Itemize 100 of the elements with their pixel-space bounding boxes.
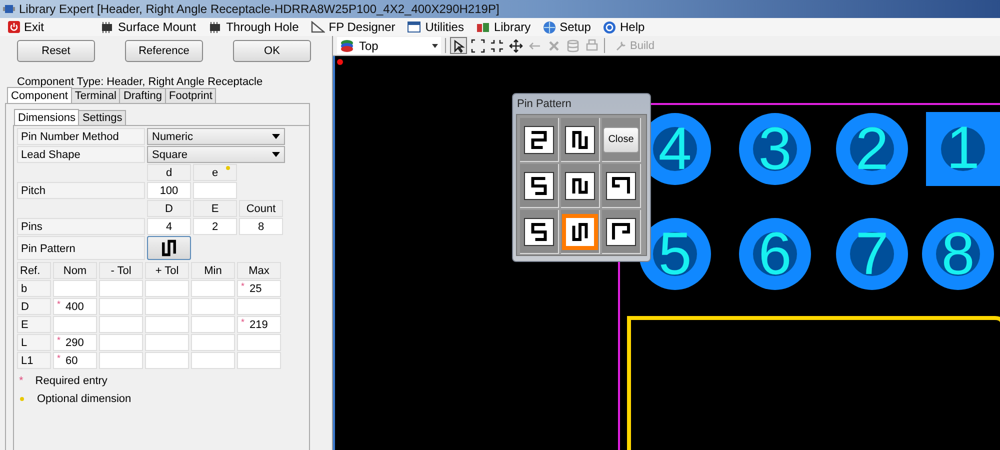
legend-text: Required entry xyxy=(35,375,108,387)
dropdown[interactable]: Square xyxy=(147,146,285,163)
input-field[interactable] xyxy=(145,352,189,369)
ruler-icon xyxy=(310,21,325,33)
pointer-tool[interactable] xyxy=(450,37,467,54)
input-field[interactable] xyxy=(237,334,281,351)
tab[interactable]: Dimensions xyxy=(14,109,80,125)
tab[interactable]: Component xyxy=(7,87,72,103)
input-field[interactable] xyxy=(237,352,281,369)
input-field[interactable]: * 400 xyxy=(53,298,97,315)
input-field[interactable] xyxy=(99,280,143,297)
input-field[interactable] xyxy=(145,298,189,315)
pad-number: 3 xyxy=(757,114,793,184)
tab[interactable]: Footprint xyxy=(164,88,216,103)
required-mark: * xyxy=(19,375,24,387)
pattern-option[interactable] xyxy=(524,172,554,200)
pattern-option[interactable] xyxy=(524,126,554,154)
origin-dot-icon xyxy=(337,59,343,65)
caret-icon xyxy=(272,134,280,139)
pad-number: 1 xyxy=(945,113,981,183)
input-field[interactable] xyxy=(191,316,235,333)
books-icon xyxy=(476,21,490,33)
menu-item[interactable]: Utilities xyxy=(405,20,466,34)
row-label: D xyxy=(17,298,51,315)
row-label: E xyxy=(17,316,51,333)
row-label: L xyxy=(17,334,51,351)
menu-item[interactable]: Through Hole xyxy=(206,20,301,34)
pad-number: 5 xyxy=(657,219,693,289)
menu-item[interactable]: Setup xyxy=(540,20,593,34)
pattern-option[interactable] xyxy=(606,218,636,246)
column-header: Count xyxy=(239,200,283,217)
input-field[interactable] xyxy=(237,298,281,315)
input-field[interactable]: 8 xyxy=(239,218,283,235)
chip-icon xyxy=(3,3,15,15)
input-field[interactable] xyxy=(99,316,143,333)
cross-icon xyxy=(546,38,560,52)
input-field[interactable]: 4 xyxy=(147,218,191,235)
globe-icon xyxy=(542,20,556,34)
zoom-tool[interactable] xyxy=(469,37,486,54)
row-label: L1 xyxy=(17,352,51,369)
close-button[interactable]: Close xyxy=(603,126,639,152)
input-field[interactable]: * 219 xyxy=(237,316,281,333)
column-header: d xyxy=(147,164,191,181)
menu-item[interactable]: Help xyxy=(600,20,647,34)
input-field[interactable] xyxy=(191,298,235,315)
input-field[interactable] xyxy=(191,334,235,351)
input-field[interactable] xyxy=(145,334,189,351)
dropdown[interactable]: Numeric xyxy=(147,128,285,145)
action-button[interactable]: OK xyxy=(233,40,311,62)
required-mark: * xyxy=(241,281,245,291)
action-button[interactable]: Reference xyxy=(125,40,203,62)
input-field[interactable]: * 25 xyxy=(237,280,281,297)
input-field[interactable] xyxy=(145,316,189,333)
input-field[interactable] xyxy=(99,334,143,351)
input-field[interactable]: * 60 xyxy=(53,352,97,369)
input-field[interactable] xyxy=(145,280,189,297)
layer-dropdown[interactable]: Top xyxy=(337,37,441,54)
required-mark: * xyxy=(57,335,61,345)
tab[interactable]: Settings xyxy=(78,110,126,125)
input-field[interactable] xyxy=(191,280,235,297)
pattern-option[interactable] xyxy=(565,126,595,154)
power-icon xyxy=(8,21,20,33)
window-title: Library Expert [Header, Right Angle Receptacle-HDRRA8W25P100_4X2_400X290H219P] xyxy=(19,2,500,16)
input-field[interactable] xyxy=(99,298,143,315)
expand-icon xyxy=(470,38,484,52)
input-field[interactable] xyxy=(53,316,97,333)
move-icon xyxy=(508,38,522,52)
column-header: Nom xyxy=(53,262,97,279)
chip-icon xyxy=(208,21,222,33)
pattern-option[interactable] xyxy=(524,218,554,246)
dot-icon xyxy=(20,397,24,401)
pattern-option[interactable] xyxy=(565,172,595,200)
column-header: D xyxy=(147,200,191,217)
tab[interactable]: Terminal xyxy=(70,88,120,103)
move-tool[interactable] xyxy=(507,37,524,54)
required-mark: * xyxy=(241,317,245,327)
dialog-title: Pin Pattern xyxy=(516,97,572,112)
input-field[interactable] xyxy=(193,182,237,199)
pattern-option[interactable] xyxy=(562,214,598,250)
pointer-icon xyxy=(452,38,466,52)
field-label: Pins xyxy=(17,218,145,235)
input-field[interactable] xyxy=(53,280,97,297)
menu-item[interactable]: Surface Mount xyxy=(98,20,198,34)
input-field[interactable]: 100 xyxy=(147,182,191,199)
zoom-tool[interactable] xyxy=(488,37,505,54)
tab[interactable]: Drafting xyxy=(119,88,166,103)
pad-number: 4 xyxy=(657,114,693,184)
input-field[interactable] xyxy=(191,352,235,369)
input-field[interactable] xyxy=(99,352,143,369)
column-header: + Tol xyxy=(145,262,189,279)
action-button[interactable]: Reset xyxy=(17,40,95,62)
menu-item[interactable]: FP Designer xyxy=(308,20,398,34)
menu-item[interactable]: Library xyxy=(474,20,533,34)
pin-pattern-button[interactable] xyxy=(147,236,191,260)
exit-menu-item[interactable]: Exit xyxy=(6,20,46,34)
help-icon xyxy=(602,20,616,34)
shrink-icon xyxy=(490,38,504,52)
input-field[interactable]: * 290 xyxy=(53,334,97,351)
input-field[interactable]: 2 xyxy=(193,218,237,235)
pattern-option[interactable] xyxy=(606,172,636,200)
